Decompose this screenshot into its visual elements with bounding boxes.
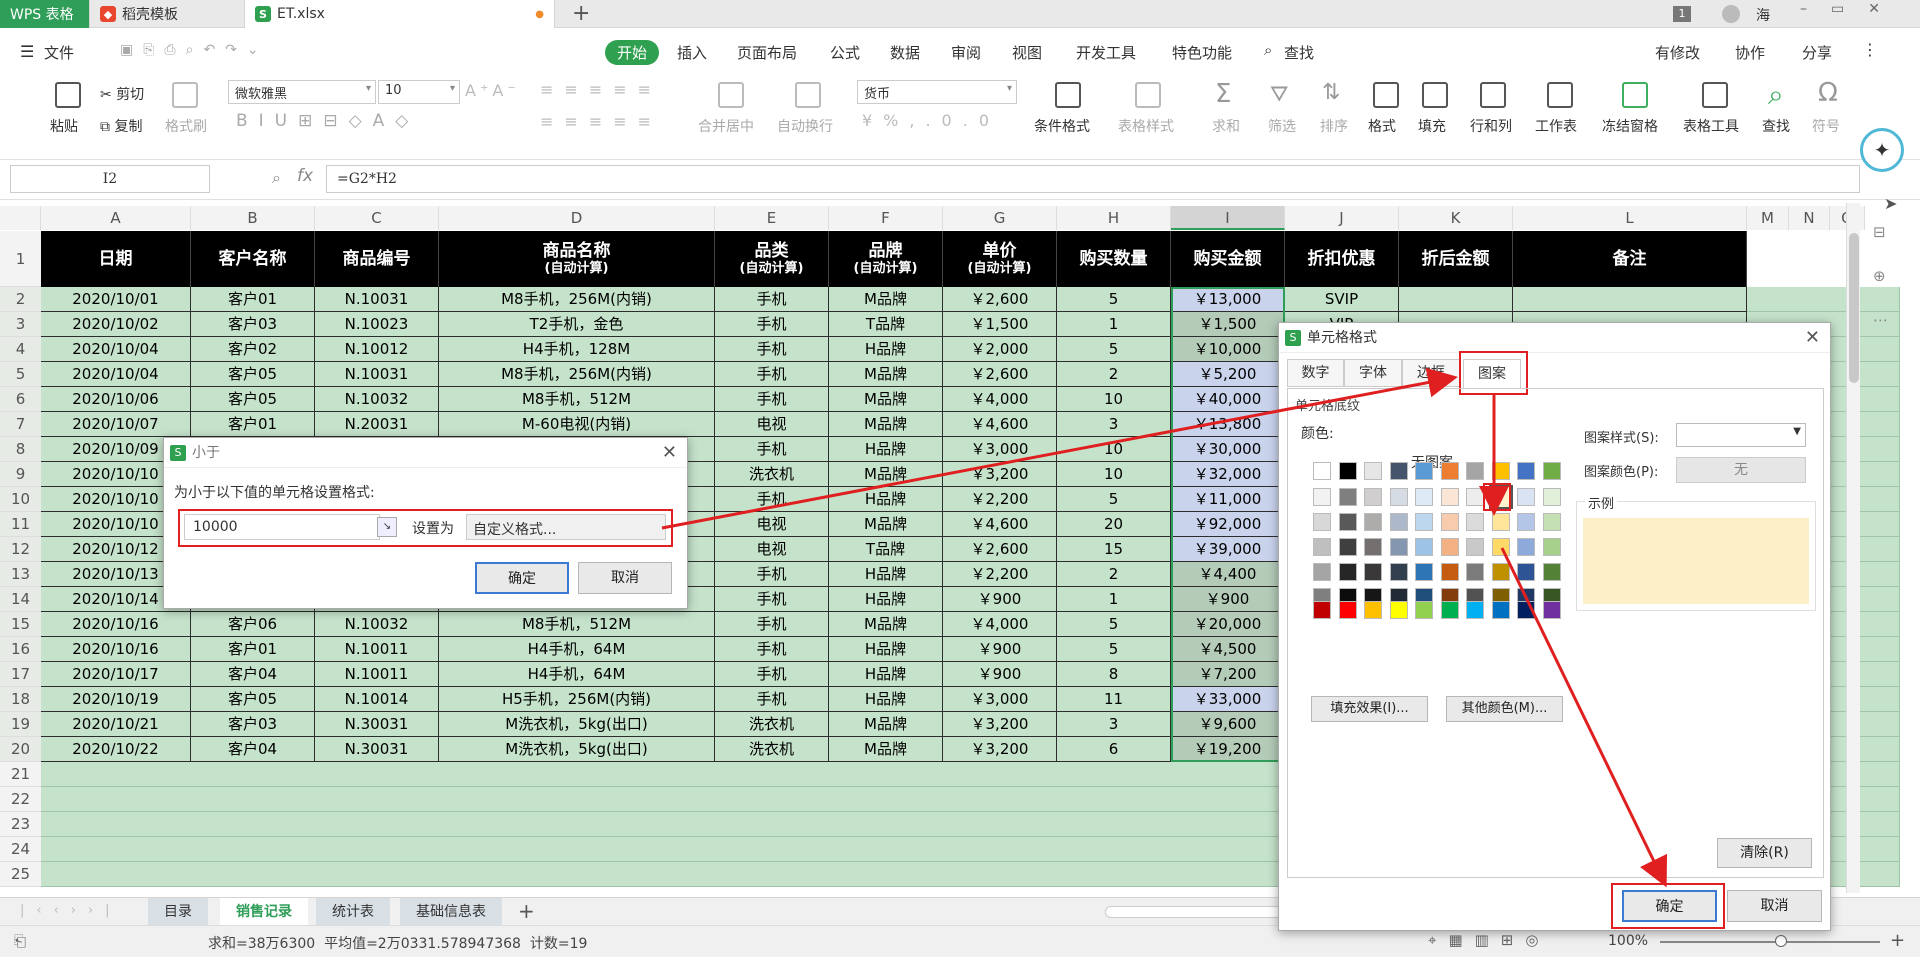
annotation-arrows xyxy=(661,367,1668,888)
arrow-to-pattern-tab xyxy=(661,367,1458,530)
arrow-to-ok xyxy=(1500,547,1668,888)
